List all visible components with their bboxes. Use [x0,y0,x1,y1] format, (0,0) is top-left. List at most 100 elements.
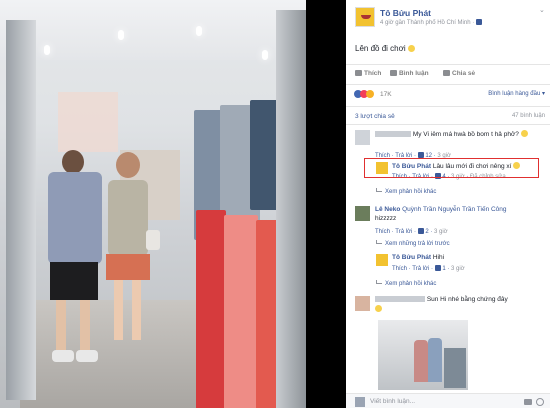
photo-rack [444,348,466,388]
comment-like-link[interactable]: Thích [392,266,407,272]
view-more-replies-label: Xem phản hồi khác [385,281,437,287]
view-previous-replies[interactable]: Xem những trả lời trước [376,240,450,247]
reply-arrow-icon [376,240,382,244]
comment-input[interactable]: Viết bình luận... [370,398,415,405]
ceiling-lamp [44,45,50,55]
comment-like-count: 1 [442,266,446,272]
divider [346,124,550,125]
comment-label: Bình luận [399,70,429,77]
mirror-frame-right [276,10,306,408]
comment-icon [390,70,397,76]
comment-body: Lê Neko Quỳnh Trần Nguyễn Trần Tiến Công… [375,206,545,223]
commenter-name[interactable]: Tô Bửu Phát [392,254,431,261]
post-meta-text: 4 giờ gần Thành phố Hồ Chí Minh · [380,20,476,26]
comment-time: 3 giờ [451,266,465,272]
camera-icon[interactable] [524,399,532,405]
author-avatar[interactable] [355,7,375,27]
comment-body: Sun Hi nhé bằng chứng đây [375,296,545,314]
comment-actions: Thích · Trả lời · 2 · 3 giờ [375,228,448,235]
post-actions: Thích Bình luận Chia sẻ [346,68,550,82]
thumbs-up-icon [355,70,362,76]
person-boy [44,150,106,380]
comment-sort-dropdown[interactable]: Bình luận hàng đầu ▾ [488,90,545,97]
reply-arrow-icon [376,188,382,192]
reply-arrow-icon [376,280,382,284]
like-label: Thích [364,70,382,77]
leg [132,280,141,340]
comment-photo[interactable] [378,320,468,390]
view-more-replies[interactable]: Xem phản hồi khác [376,280,436,287]
thumbs-up-icon [417,228,424,234]
ceiling-lamp [196,26,202,36]
emoji-picker-icon[interactable] [536,398,544,406]
tagged-names[interactable]: Quỳnh Trần Nguyễn Trần Tiến Công [402,206,506,213]
photo-person [428,338,442,382]
comment-like-link[interactable]: Thích [375,229,390,235]
garment-red [196,210,226,408]
comment-body: Tô Bửu Phát Hihi [392,254,550,263]
sneaker [52,350,74,362]
chevron-down-icon[interactable]: ⌄ [539,6,545,14]
author-name[interactable]: Tô Bửu Phát [380,8,431,18]
head [116,152,140,178]
thumbs-up-icon [434,265,441,271]
share-label: Chia sẻ [452,70,476,77]
commenter-avatar[interactable] [355,130,370,145]
commenter-avatar[interactable] [376,254,388,266]
viewer-avatar [355,397,365,407]
comment-time: 3 giờ [434,229,448,235]
comment-composer[interactable]: Viết bình luận... [346,393,550,408]
comment-actions: Thích · Trả lời · 1 · 3 giờ [392,265,465,272]
head [62,150,84,174]
shirt [48,172,102,264]
photo-edge [306,0,318,408]
top [108,180,148,256]
caption-text: Lên đồ đi chơi [355,44,406,53]
reactions-bar[interactable]: 17K [354,90,392,100]
comment-text: Hihi [432,254,445,261]
handbag [146,230,160,250]
reactions-count: 17K [380,91,392,98]
garment-pink [224,215,258,408]
globe-icon [475,19,482,25]
shorts [50,262,98,300]
comment-button[interactable]: Bình luận [390,70,429,77]
emoji-icon [520,130,528,137]
highlight-box [364,158,539,178]
comment-reply-link[interactable]: Trả lời [395,229,412,235]
commenter-name[interactable]: Lê Neko [375,206,400,213]
comment-like-count: 2 [425,229,429,235]
emoji-icon [375,304,382,312]
divider [346,106,550,107]
view-more-replies-label: Xem phản hồi khác [385,189,437,195]
comment-reply-link[interactable]: Trả lời [412,266,429,272]
sneaker [76,350,98,362]
leg [80,300,90,350]
like-button[interactable]: Thích [355,70,381,77]
comment-body: My Vi iêm má hwà bồ bom t hả phở? [375,130,545,140]
divider [346,84,550,85]
commenter-name-redacted[interactable] [375,131,411,138]
commenter-avatar[interactable] [355,296,370,311]
haha-reaction-icon [366,90,374,98]
view-more-replies[interactable]: Xem phản hồi khác [376,188,436,195]
ceiling-lamp [262,50,268,60]
commenter-name-redacted[interactable] [375,296,425,303]
share-icon [443,70,450,76]
skirt [106,254,150,280]
store-poster [58,92,118,152]
view-previous-replies-label: Xem những trả lời trước [385,241,450,247]
ceiling-lamp [118,30,124,40]
share-button[interactable]: Chia sẻ [443,70,475,77]
commenter-avatar[interactable] [355,206,370,221]
post-photo[interactable] [0,0,318,408]
comments-count[interactable]: 47 bình luận [512,113,545,119]
mirror-frame-left [6,20,36,400]
comment-text: Sun Hi nhé bằng chứng đây [426,296,508,303]
photo-person [414,340,428,382]
person-girl [102,152,160,372]
post-caption: Lên đồ đi chơi [355,44,415,53]
shares-link[interactable]: 3 lượt chia sẻ [355,113,395,120]
leg [56,300,66,350]
comment-text: My Vi iêm má hwà bồ bom t hả phở? [412,131,519,138]
